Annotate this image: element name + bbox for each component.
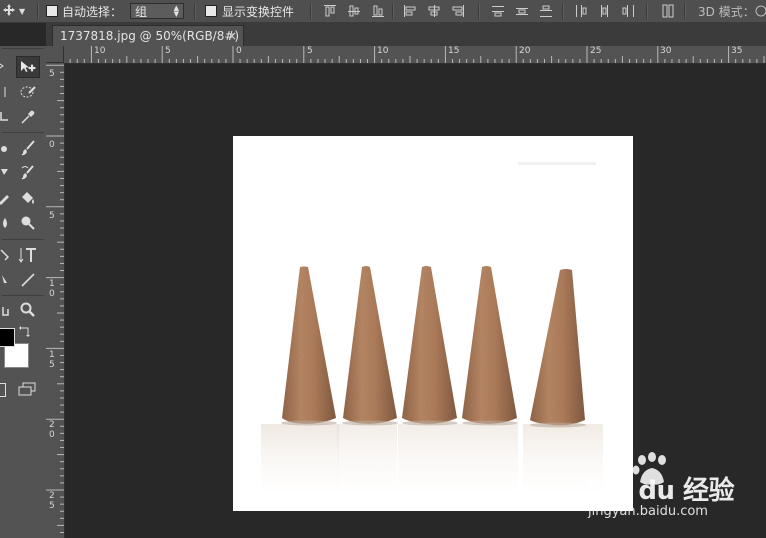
zoom-tool-icon[interactable]	[18, 300, 38, 320]
align-left-icon[interactable]	[402, 3, 418, 19]
document-tab-strip: 1737818.jpg @ 50%(RGB/8#) ×	[46, 22, 766, 47]
separator	[194, 3, 196, 19]
move-tool-icon[interactable]	[16, 56, 40, 78]
ruler-label: 2 5	[49, 491, 55, 511]
line-tool-icon[interactable]	[18, 270, 38, 290]
quick-selection-tool-icon[interactable]	[18, 82, 38, 102]
separator	[478, 3, 480, 19]
separator	[392, 3, 394, 19]
dodge-tool-icon[interactable]	[18, 213, 38, 233]
ruler-label: 2 0	[49, 420, 55, 440]
separator	[684, 3, 686, 19]
distribute-vcenter-icon[interactable]	[514, 3, 530, 19]
separator	[310, 3, 312, 19]
vertical-type-tool-icon[interactable]	[18, 245, 38, 265]
separator	[37, 3, 39, 19]
ruler-corner	[46, 46, 64, 63]
pen-tool-icon[interactable]	[0, 245, 12, 265]
ruler-label: 1 0	[49, 279, 55, 299]
align-bottom-icon[interactable]	[370, 3, 386, 19]
eraser-tool-icon[interactable]	[0, 188, 12, 208]
baidu-watermark: Bai du 经验 jingyan.baidu.com	[585, 452, 766, 532]
move-tool-preset[interactable]: ▼	[0, 0, 36, 22]
show-transform-checkbox[interactable]	[205, 5, 217, 17]
hand-tool-icon[interactable]	[0, 300, 12, 320]
ruler-label: 5	[165, 46, 171, 56]
3d-rotate-icon[interactable]	[754, 4, 766, 21]
watermark-url: jingyan.baidu.com	[588, 504, 708, 519]
ruler-label: 15	[448, 46, 460, 56]
ruler-label: 20	[519, 46, 531, 56]
ruler-label: 10	[377, 46, 389, 56]
ruler-label: 5	[307, 46, 313, 56]
close-icon[interactable]: ×	[227, 29, 237, 43]
ruler-label: 35	[731, 46, 743, 56]
horizontal-ruler[interactable]: 10 5 0 5 10 15 20 25 30 35	[64, 46, 766, 64]
align-vcenter-icon[interactable]	[346, 3, 362, 19]
eyedropper-tool-icon[interactable]	[18, 107, 38, 127]
move-icon	[2, 3, 16, 20]
distribute-right-icon[interactable]	[620, 3, 636, 19]
foreground-color-swatch-top[interactable]	[0, 328, 15, 347]
auto-select-dropdown[interactable]: 组 ▲ ▼	[130, 3, 184, 19]
auto-select-checkbox[interactable]	[46, 5, 58, 17]
document-tab-title: 1737818.jpg @ 50%(RGB/8#)	[60, 29, 240, 43]
align-hcenter-icon[interactable]	[426, 3, 442, 19]
watermark-brand: Bai du 经验	[585, 476, 735, 506]
distribute-left-icon[interactable]	[572, 3, 588, 19]
ruler-label: 0	[236, 46, 242, 56]
history-brush-tool-icon[interactable]	[18, 163, 38, 183]
ruler-label: 30	[660, 46, 672, 56]
blur-tool-icon[interactable]	[0, 213, 12, 233]
3d-mode-label: 3D 模式：	[698, 5, 755, 19]
show-transform-label: 显示变换控件	[222, 5, 295, 19]
brush-tool-icon[interactable]	[18, 138, 38, 158]
screen-mode-icon[interactable]	[18, 382, 36, 399]
incense-cones-image	[233, 136, 633, 511]
healing-tool-icon[interactable]	[0, 138, 12, 158]
path-selection-tool-icon[interactable]	[0, 270, 12, 290]
lasso-tool-icon[interactable]	[0, 82, 12, 102]
ruler-label: 5	[49, 211, 55, 221]
align-right-icon[interactable]	[450, 3, 466, 19]
document-tab[interactable]: 1737818.jpg @ 50%(RGB/8#) ×	[52, 25, 244, 46]
distribute-bottom-icon[interactable]	[538, 3, 554, 19]
distribute-top-icon[interactable]	[490, 3, 506, 19]
ruler-label: 0	[49, 140, 55, 150]
paint-bucket-tool-icon[interactable]	[18, 188, 38, 208]
ruler-label: 25	[590, 46, 602, 56]
updown-icon: ▲ ▼	[173, 4, 179, 18]
chevron-down-icon: ▼	[19, 6, 26, 16]
partial-tool-icon[interactable]	[0, 56, 12, 76]
ruler-label: 5	[49, 69, 55, 79]
align-top-icon[interactable]	[322, 3, 338, 19]
crop-tool-icon[interactable]	[0, 107, 12, 127]
quick-mask-icon[interactable]	[0, 383, 6, 397]
separator	[646, 3, 648, 19]
separator	[562, 3, 564, 19]
auto-align-icon[interactable]	[660, 3, 676, 19]
auto-select-label: 自动选择：	[62, 5, 123, 19]
distribute-hcenter-icon[interactable]	[596, 3, 612, 19]
vertical-ruler[interactable]: 5 0 5 1 0 1 5 2 0 2 5	[46, 63, 65, 538]
ruler-label: 1 5	[49, 350, 55, 370]
ruler-label: 10	[94, 46, 106, 56]
options-bar: ▼ 自动选择： 组 ▲ ▼ 显示变换控件 3D 模式：	[0, 0, 766, 23]
clone-stamp-tool-icon[interactable]	[0, 163, 12, 183]
tools-panel	[0, 46, 47, 538]
auto-select-value: 组	[135, 4, 148, 19]
document-canvas[interactable]	[233, 136, 633, 511]
swap-colors-icon[interactable]	[18, 324, 32, 341]
